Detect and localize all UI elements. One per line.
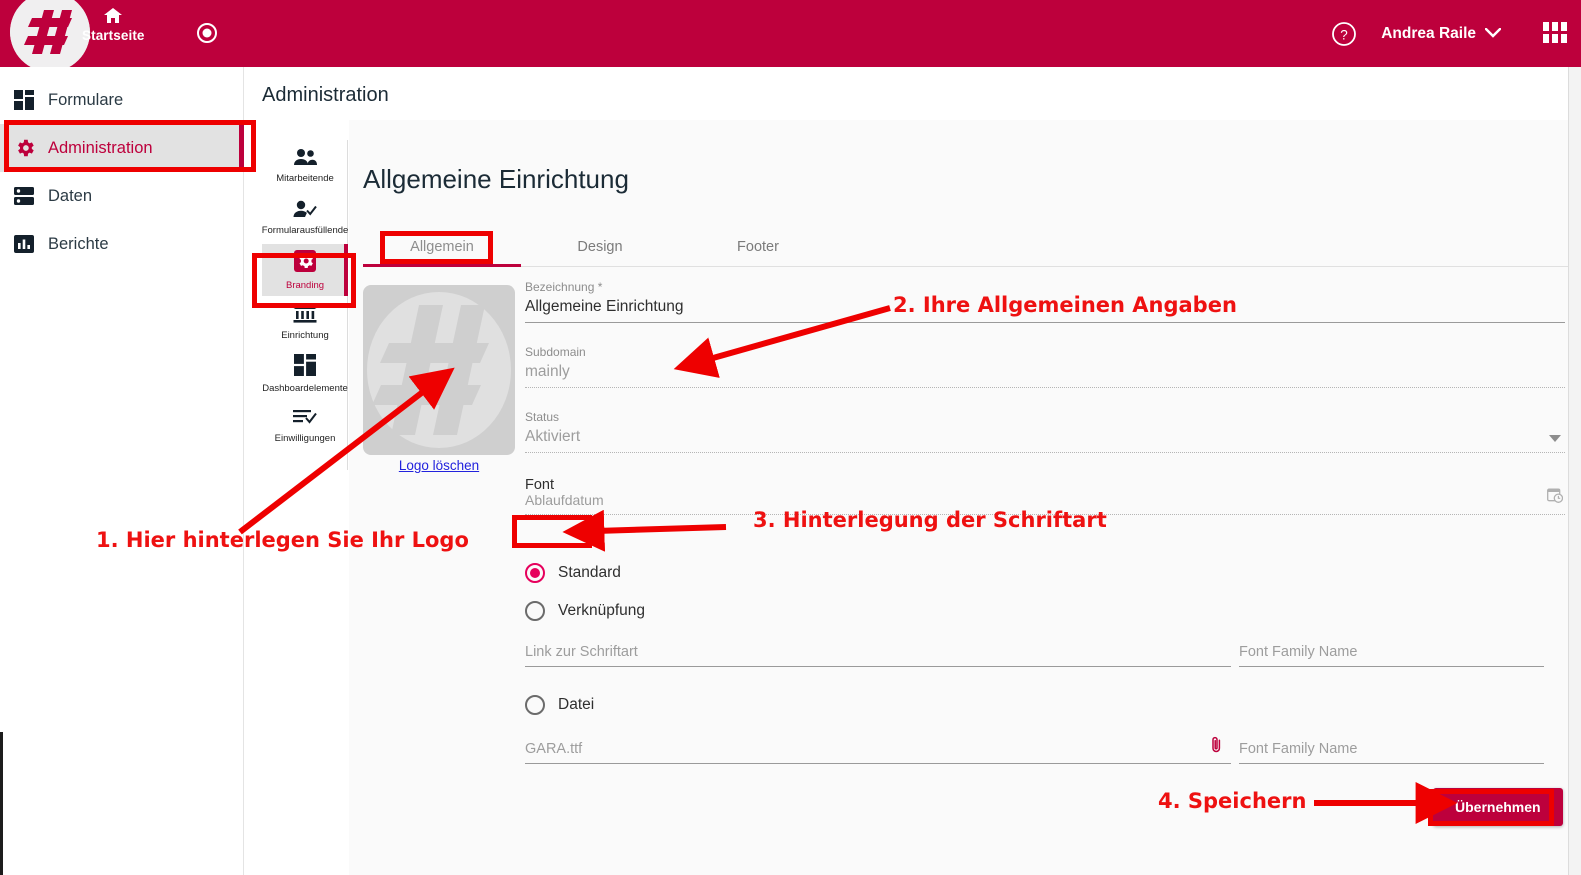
- home-icon: [104, 8, 123, 27]
- sidebar-item-label: Berichte: [48, 234, 109, 253]
- radio-datei[interactable]: Datei: [525, 695, 594, 715]
- field-placeholder: GARA.ttf: [525, 741, 583, 757]
- page-title: Administration: [262, 84, 389, 106]
- field-datei-font-family[interactable]: Font Family Name: [1239, 741, 1544, 764]
- user-name-label: Andrea Raile: [1381, 24, 1476, 42]
- iconnav-item-einwilligungen[interactable]: Einwilligungen: [262, 400, 348, 452]
- radio-indicator: [525, 563, 545, 583]
- admin-icon-nav: Mitarbeitende Formularausfüllende Brandi…: [262, 140, 348, 470]
- field-placeholder: Link zur Schriftart: [525, 644, 638, 660]
- radio-indicator: [525, 601, 545, 621]
- field-link-zur-schriftart[interactable]: Link zur Schriftart: [525, 644, 1231, 667]
- forms-grid-icon: [14, 90, 44, 110]
- field-subdomain[interactable]: Subdomain mainly: [525, 345, 1565, 388]
- apply-button[interactable]: Übernehmen: [1433, 788, 1563, 826]
- annotation-1-label: 1. Hier hinterlegen Sie Ihr Logo: [96, 528, 469, 552]
- top-bar: Startseite ? Andrea Raile: [0, 0, 1581, 72]
- field-placeholder: Font Family Name: [1239, 741, 1358, 757]
- help-circle-icon[interactable]: ?: [1331, 21, 1357, 47]
- iconnav-item-label: Branding: [285, 279, 325, 291]
- svg-text:?: ?: [1340, 27, 1348, 42]
- field-label: Subdomain: [525, 345, 586, 359]
- radio-indicator: [525, 695, 545, 715]
- radio-standard[interactable]: Standard: [525, 563, 621, 583]
- iconnav-item-label: Mitarbeitende: [276, 172, 334, 184]
- font-group-legend: Font: [525, 477, 555, 493]
- home-button[interactable]: Startseite: [82, 8, 145, 43]
- field-placeholder: Font Family Name: [1239, 644, 1358, 660]
- field-label: Bezeichnung *: [525, 280, 603, 294]
- iconnav-item-label: Dashboardelemente: [262, 382, 348, 394]
- section-title: Allgemeine Einrichtung: [363, 164, 629, 194]
- radio-label: Datei: [558, 696, 595, 713]
- app-root: Startseite ? Andrea Raile Formulare Admi…: [0, 0, 1581, 875]
- iconnav-item-einrichtung[interactable]: Einrichtung: [262, 296, 348, 348]
- field-label: Status: [525, 410, 560, 424]
- person-check-icon: [293, 200, 317, 223]
- database-icon: [14, 186, 44, 206]
- brand-logo[interactable]: [10, 0, 90, 72]
- tab-allgemein[interactable]: Allgemein: [363, 228, 521, 267]
- sidebar-item-label: Administration: [48, 138, 153, 157]
- user-menu[interactable]: Andrea Raile: [1381, 24, 1502, 43]
- iconnav-item-branding[interactable]: Branding: [262, 244, 348, 296]
- chevron-down-icon: [1484, 25, 1502, 43]
- bar-chart-icon: [14, 234, 44, 254]
- sidebar-item-label: Daten: [48, 186, 93, 205]
- iconnav-item-dashboardelemente[interactable]: Dashboardelemente: [262, 348, 348, 400]
- iconnav-item-label: Einwilligungen: [274, 432, 336, 444]
- content-panel: Allgemeine Einrichtung Allgemein Design …: [349, 120, 1568, 875]
- radio-label: Standard: [558, 564, 621, 581]
- gear-badge-icon: [293, 249, 317, 278]
- field-value: Aktiviert: [525, 428, 581, 445]
- sidebar-item-daten[interactable]: Daten: [0, 172, 244, 220]
- annotation-4-label: 4. Speichern: [1158, 789, 1307, 813]
- paperclip-icon[interactable]: [1210, 736, 1223, 758]
- iconnav-item-formularausfuellende[interactable]: Formularausfüllende: [262, 192, 348, 244]
- left-sidebar: Formulare Administration Daten Berichte: [0, 67, 244, 875]
- radio-verknuepfung[interactable]: Verknüpfung: [525, 601, 645, 621]
- tab-bar: Allgemein Design Footer: [363, 228, 1568, 267]
- top-bar-right: ? Andrea Raile: [1331, 0, 1567, 67]
- logo-preview[interactable]: [363, 285, 515, 455]
- field-value: mainly: [525, 363, 570, 380]
- sidebar-item-berichte[interactable]: Berichte: [0, 220, 244, 268]
- annotation-2-label: 2. Ihre Allgemeinen Angaben: [893, 293, 1237, 317]
- logo-delete-link[interactable]: Logo löschen: [363, 458, 515, 473]
- vertical-scrollbar[interactable]: [1568, 67, 1581, 875]
- calendar-clock-icon[interactable]: [1547, 487, 1564, 508]
- chevron-down-icon[interactable]: [1549, 435, 1561, 442]
- home-label: Startseite: [82, 28, 145, 43]
- field-datei[interactable]: GARA.ttf: [525, 736, 1231, 764]
- iconnav-item-label: Formularausfüllende: [261, 224, 349, 236]
- dashboard-grid-icon: [294, 353, 316, 381]
- iconnav-item-label: Einrichtung: [281, 329, 329, 341]
- gear-icon: [14, 137, 44, 159]
- list-check-icon: [293, 408, 317, 431]
- tab-design[interactable]: Design: [521, 228, 679, 266]
- people-icon: [293, 148, 317, 171]
- annotation-3-label: 3. Hinterlegung der Schriftart: [753, 508, 1107, 532]
- radio-label: Verknüpfung: [558, 602, 646, 619]
- left-edge-marker: [0, 732, 3, 875]
- tab-footer[interactable]: Footer: [679, 228, 837, 266]
- sidebar-item-formulare[interactable]: Formulare: [0, 76, 244, 124]
- field-status[interactable]: Status Aktiviert: [525, 410, 1565, 453]
- field-link-font-family[interactable]: Font Family Name: [1239, 644, 1544, 667]
- sidebar-item-label: Formulare: [48, 90, 124, 109]
- bank-icon: [293, 302, 317, 328]
- apps-grid-icon[interactable]: [1543, 21, 1567, 46]
- iconnav-item-mitarbeitende[interactable]: Mitarbeitende: [262, 140, 348, 192]
- hash-logo-placeholder: [367, 292, 511, 448]
- record-dot-icon[interactable]: [196, 22, 218, 44]
- sidebar-item-administration[interactable]: Administration: [0, 124, 244, 172]
